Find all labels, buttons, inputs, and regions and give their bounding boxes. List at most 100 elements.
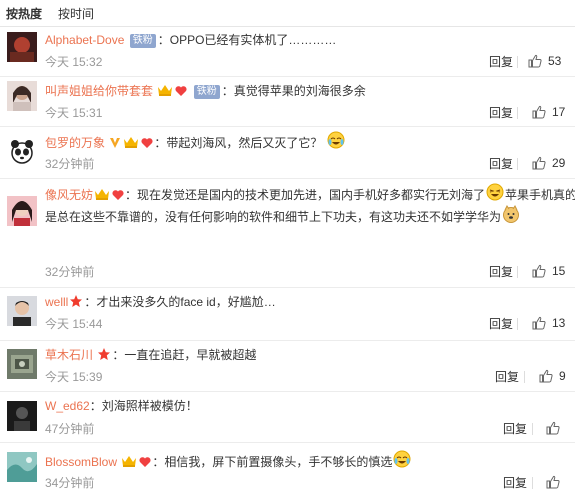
separator: ： [89,399,102,413]
comment-item: welll ：才出来没多久的face id，好尴尬… 今天 15:44 回复 13 [0,287,575,341]
comment-content: 像风无妨 ：现在发觉还是国内的技术更加先进，国内手机好多都实行无刘海了 苹果手机真的 [45,183,575,205]
username[interactable]: W_ed62 [45,399,90,413]
like-button[interactable] [546,475,560,489]
doge-emoji-icon [503,205,520,223]
like-count: 29 [552,156,566,170]
like-count: 13 [552,316,566,330]
username[interactable]: 叫声姐姐给你带套套 [45,84,153,98]
heart-icon [139,457,151,467]
reply-button[interactable]: 回复 [489,316,513,332]
comment-text: 才出来没多久的face id，好尴尬… [96,295,276,309]
like-button[interactable] [546,421,560,435]
divider [517,318,518,330]
avatar[interactable] [7,32,37,62]
comment-text: OPPO已经有实体机了………… [169,33,337,47]
comment-content: 草木石川 ：一直在追赶，早就被超越 [45,345,567,365]
comment-text-cont: 苹果手机真的 [505,188,575,202]
comment-item: W_ed62：刘海照样被模仿！ 47分钟前 回复 [0,391,575,443]
divider [517,107,518,119]
comment-text-cont: 是总在这些不靠谱的，没有任何影响的软件和细节上下功夫，有这功夫还不如学学华为 [45,210,502,224]
separator: ： [154,136,167,150]
star-icon [98,348,111,360]
avatar[interactable] [7,296,37,326]
thumbs-up-icon [528,54,542,68]
divider [532,423,533,435]
avatar[interactable] [7,137,37,167]
comment-item: BlossomBlow ：相信我，屏下前置摄像头，手不够长的慎选 34分钟前 回… [0,442,575,496]
avatar[interactable] [7,349,37,379]
heart-icon [141,138,153,148]
reply-button[interactable]: 回复 [489,105,513,121]
laugh-cry-emoji-icon [327,131,345,149]
like-button[interactable]: 9 [539,369,566,383]
thumbs-up-icon [532,316,546,330]
comment-text: 带起刘海风，然后又灭了它？ [166,136,323,150]
divider [517,266,518,278]
comment-time: 47分钟前 [45,422,95,436]
like-button[interactable]: 53 [528,54,561,68]
avatar[interactable] [7,81,37,111]
reply-button[interactable]: 回复 [503,421,527,437]
separator: ： [112,348,125,362]
comment-content: welll ：才出来没多久的face id，好尴尬… [45,292,567,312]
username[interactable]: 包罗的万象 [45,136,105,150]
comment-time: 今天 15:31 [45,106,103,120]
like-button[interactable]: 29 [532,156,565,170]
comment-content: 叫声姐姐给你带套套 铁粉 ：真觉得苹果的刘海很多余 [45,81,567,101]
comment-text: 刘海照样被模仿！ [101,399,198,413]
username[interactable]: Alphabet-Dove [45,33,124,47]
comment-item: 叫声姐姐给你带套套 铁粉 ：真觉得苹果的刘海很多余 今天 15:31 回复 17 [0,76,575,127]
heart-icon [112,190,124,200]
reply-button[interactable]: 回复 [489,156,513,172]
laughing-emoji-icon [486,183,504,201]
sort-bar: 按热度 按时间 [0,0,575,27]
comment-time: 32分钟前 [45,265,95,279]
like-count: 53 [548,54,562,68]
divider [517,158,518,170]
like-button[interactable]: 13 [532,316,565,330]
comment-content-line2: 是总在这些不靠谱的，没有任何影响的软件和细节上下功夫，有这功夫还不如学学华为 [45,205,567,227]
like-button[interactable]: 17 [532,105,565,119]
fan-badge[interactable]: 铁粉 [193,85,220,99]
reply-button[interactable]: 回复 [495,369,519,385]
verified-v-icon [110,138,121,148]
crown-icon [124,137,139,148]
username[interactable]: 草木石川 [45,348,93,362]
sort-by-hot-tab[interactable]: 按热度 [6,5,42,22]
avatar[interactable] [7,452,37,482]
reply-button[interactable]: 回复 [489,264,513,280]
thumbs-up-icon [539,369,553,383]
heart-icon [175,86,187,96]
thumbs-up-icon [532,156,546,170]
comment-content: W_ed62：刘海照样被模仿！ [45,396,567,416]
like-count: 15 [552,264,566,278]
sort-by-time-tab[interactable]: 按时间 [58,5,94,22]
username[interactable]: welll [45,295,68,309]
comment-time: 今天 15:32 [45,55,103,69]
comment-content: Alphabet-Dove 铁粉 ：OPPO已经有实体机了………… [45,30,567,50]
star-icon [70,295,83,307]
separator: ： [125,188,138,202]
like-button[interactable]: 15 [532,264,565,278]
fan-badge[interactable]: 铁粉 [129,34,156,48]
comment-text: 真觉得苹果的刘海很多余 [233,84,366,98]
crown-icon [122,456,137,467]
reply-button[interactable]: 回复 [503,475,527,491]
separator: ： [84,295,97,309]
like-count: 9 [559,369,566,383]
avatar[interactable] [7,196,37,226]
comment-time: 今天 15:44 [45,317,103,331]
reply-button[interactable]: 回复 [489,54,513,70]
thumbs-up-icon [532,105,546,119]
avatar[interactable] [7,401,37,431]
crown-icon [158,85,173,96]
username[interactable]: 像风无妨 [45,188,93,202]
username[interactable]: BlossomBlow [45,455,117,469]
separator: ： [157,33,170,47]
like-count: 17 [552,105,566,119]
divider [524,371,525,383]
crown-icon [95,189,110,200]
comment-time: 34分钟前 [45,476,95,490]
separator: ： [221,84,234,98]
divider [517,56,518,68]
